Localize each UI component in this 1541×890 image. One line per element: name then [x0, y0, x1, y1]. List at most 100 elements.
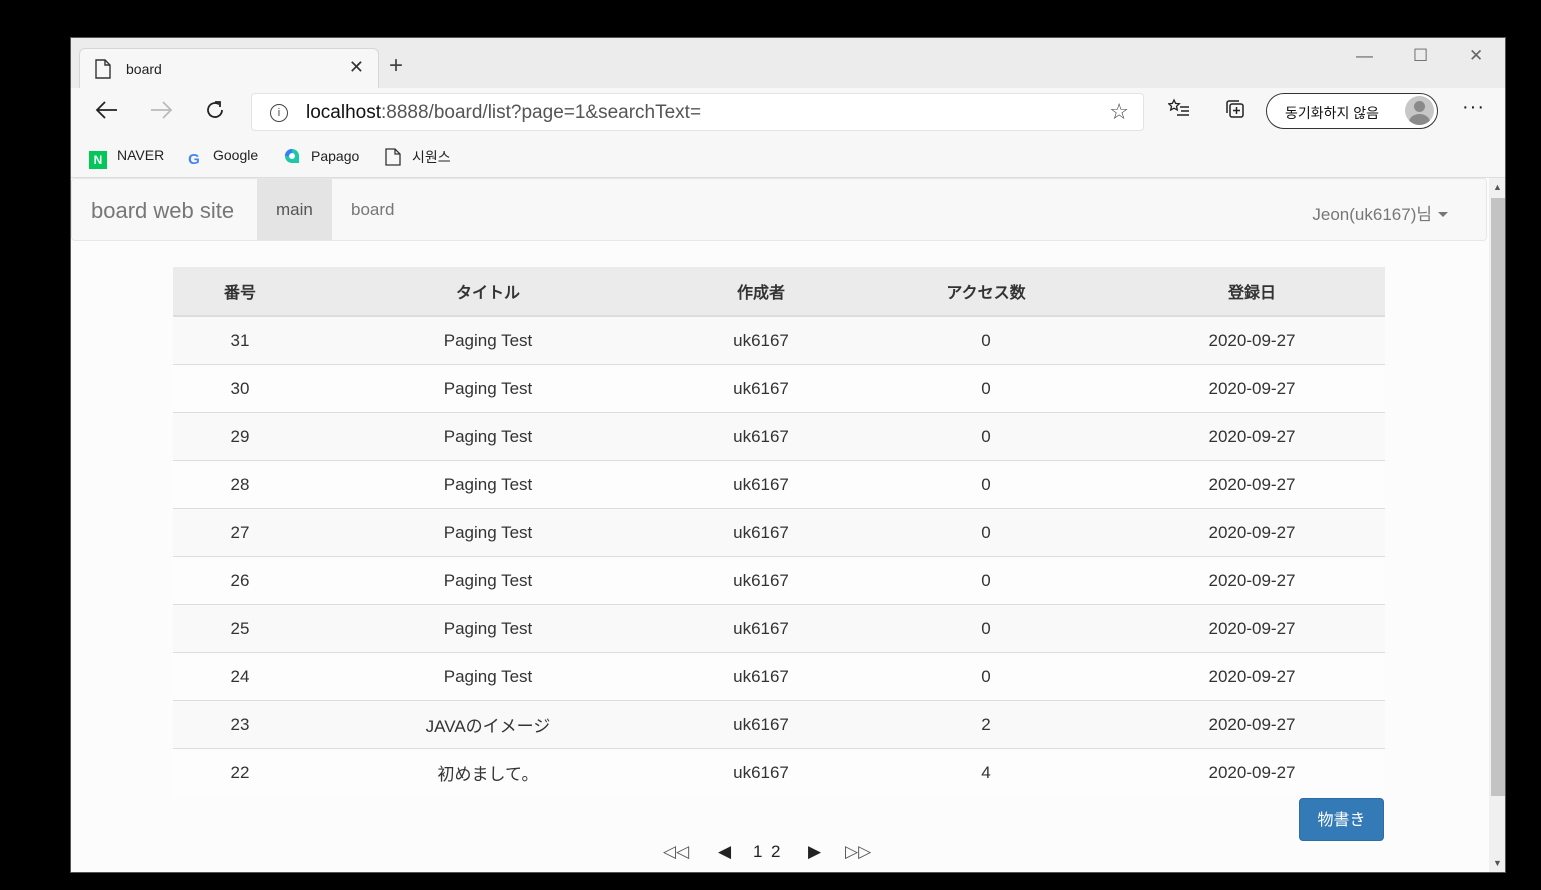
header-author: 作成者 — [669, 267, 853, 317]
table-row[interactable]: 22 初めまして。 uk6167 4 2020-09-27 — [173, 748, 1385, 796]
cell-author: uk6167 — [669, 652, 853, 701]
scrollbar[interactable]: ▲ ▼ — [1489, 178, 1505, 872]
table-row[interactable]: 23 JAVAのイメージ uk6167 2 2020-09-27 — [173, 700, 1385, 749]
table-row[interactable]: 25 Paging Test uk6167 0 2020-09-27 — [173, 604, 1385, 653]
nav-board[interactable]: board — [332, 179, 413, 240]
new-tab-icon[interactable]: + — [389, 52, 403, 80]
cell-author: uk6167 — [669, 748, 853, 796]
tab-title: board — [126, 61, 162, 77]
table-row[interactable]: 27 Paging Test uk6167 0 2020-09-27 — [173, 508, 1385, 557]
cell-number: 23 — [173, 700, 307, 749]
browser-window: board ✕ + — ☐ ✕ i localhost:8888/board/l… — [70, 37, 1506, 873]
header-access-count: アクセス数 — [853, 267, 1119, 317]
cell-title[interactable]: Paging Test — [307, 412, 669, 461]
next-page-link[interactable]: ▶ — [808, 842, 821, 862]
cell-access-count: 0 — [853, 460, 1119, 509]
cell-access-count: 0 — [853, 315, 1119, 365]
page-icon — [94, 59, 112, 84]
last-page-link[interactable]: ▷▷ — [845, 842, 871, 862]
cell-number: 22 — [173, 748, 307, 796]
cell-number: 26 — [173, 556, 307, 605]
nav-main[interactable]: main — [257, 179, 332, 240]
scrollbar-thumb[interactable] — [1491, 198, 1505, 796]
window-close-icon[interactable]: ✕ — [1469, 46, 1483, 66]
cell-access-count: 4 — [853, 748, 1119, 796]
cell-number: 27 — [173, 508, 307, 557]
cell-title[interactable]: JAVAのイメージ — [307, 700, 669, 749]
cell-number: 24 — [173, 652, 307, 701]
page-link-2[interactable]: 2 — [771, 842, 780, 862]
header-number: 番号 — [173, 267, 307, 317]
cell-title[interactable]: Paging Test — [307, 652, 669, 701]
bookmark-papago[interactable]: Papago — [283, 147, 359, 165]
maximize-icon[interactable]: ☐ — [1413, 46, 1428, 66]
sync-label: 동기화하지 않음 — [1285, 105, 1380, 121]
papago-icon — [283, 147, 301, 165]
cell-author: uk6167 — [669, 412, 853, 461]
more-icon[interactable]: ··· — [1462, 96, 1485, 119]
cell-access-count: 2 — [853, 700, 1119, 749]
page-icon — [384, 148, 402, 166]
browser-tab[interactable]: board ✕ — [79, 48, 379, 88]
cell-title[interactable]: Paging Test — [307, 460, 669, 509]
cell-access-count: 0 — [853, 364, 1119, 413]
cell-access-count: 0 — [853, 412, 1119, 461]
bookmarks-bar: N NAVER G Google Papago 시원스 — [71, 138, 1505, 178]
info-icon[interactable]: i — [270, 104, 288, 122]
user-menu[interactable]: Jeon(uk6167)님 — [1312, 200, 1448, 225]
scroll-down-icon[interactable]: ▼ — [1493, 858, 1502, 868]
cell-date: 2020-09-27 — [1119, 748, 1385, 796]
cell-date: 2020-09-27 — [1119, 508, 1385, 557]
url-text: localhost:8888/board/list?page=1&searchT… — [306, 102, 702, 123]
prev-page-link[interactable]: ◀ — [718, 842, 731, 862]
cell-date: 2020-09-27 — [1119, 460, 1385, 509]
sync-profile-button[interactable]: 동기화하지 않음 — [1266, 93, 1438, 129]
cell-author: uk6167 — [669, 604, 853, 653]
table-row[interactable]: 24 Paging Test uk6167 0 2020-09-27 — [173, 652, 1385, 701]
cell-author: uk6167 — [669, 700, 853, 749]
address-bar[interactable]: i localhost:8888/board/list?page=1&searc… — [251, 93, 1144, 131]
cell-title[interactable]: Paging Test — [307, 315, 669, 365]
cell-access-count: 0 — [853, 652, 1119, 701]
cell-author: uk6167 — [669, 460, 853, 509]
cell-date: 2020-09-27 — [1119, 315, 1385, 365]
caret-down-icon — [1438, 212, 1448, 217]
back-icon[interactable] — [95, 98, 119, 128]
cell-title[interactable]: 初めまして。 — [307, 748, 669, 796]
cell-title[interactable]: Paging Test — [307, 508, 669, 557]
table-row[interactable]: 26 Paging Test uk6167 0 2020-09-27 — [173, 556, 1385, 605]
page-link-1[interactable]: 1 — [753, 842, 762, 862]
site-navbar: board web site main board Jeon(uk6167)님 — [71, 178, 1487, 241]
pagination: ◁◁ ◀ 1 2 ▶ ▷▷ — [71, 842, 1489, 866]
site-brand[interactable]: board web site — [91, 198, 234, 224]
naver-icon: N — [89, 151, 107, 169]
refresh-icon[interactable] — [203, 98, 227, 128]
bookmark-naver[interactable]: N NAVER — [89, 147, 164, 169]
table-row[interactable]: 31 Paging Test uk6167 0 2020-09-27 — [173, 315, 1385, 365]
bookmark-siwonsch[interactable]: 시원스 — [384, 147, 451, 167]
cell-number: 29 — [173, 412, 307, 461]
table-row[interactable]: 28 Paging Test uk6167 0 2020-09-27 — [173, 460, 1385, 509]
table-row[interactable]: 29 Paging Test uk6167 0 2020-09-27 — [173, 412, 1385, 461]
address-bar-row: i localhost:8888/board/list?page=1&searc… — [71, 88, 1505, 138]
cell-number: 28 — [173, 460, 307, 509]
cell-title[interactable]: Paging Test — [307, 364, 669, 413]
write-button[interactable]: 物書き — [1299, 798, 1384, 841]
page-content: board web site main board Jeon(uk6167)님 … — [71, 178, 1489, 872]
table-row[interactable]: 30 Paging Test uk6167 0 2020-09-27 — [173, 364, 1385, 413]
minimize-icon[interactable]: — — [1356, 46, 1373, 66]
close-icon[interactable]: ✕ — [349, 57, 364, 78]
favorite-star-icon[interactable]: ☆ — [1109, 99, 1129, 125]
first-page-link[interactable]: ◁◁ — [663, 842, 689, 862]
collections-icon[interactable] — [1224, 98, 1246, 126]
favorites-list-icon[interactable] — [1167, 98, 1190, 126]
bookmark-google[interactable]: G Google — [185, 147, 258, 169]
cell-title[interactable]: Paging Test — [307, 604, 669, 653]
avatar — [1405, 96, 1434, 125]
cell-access-count: 0 — [853, 604, 1119, 653]
cell-number: 25 — [173, 604, 307, 653]
cell-title[interactable]: Paging Test — [307, 556, 669, 605]
scroll-up-icon[interactable]: ▲ — [1493, 182, 1502, 192]
header-title: タイトル — [307, 267, 669, 317]
forward-icon[interactable] — [149, 98, 173, 128]
